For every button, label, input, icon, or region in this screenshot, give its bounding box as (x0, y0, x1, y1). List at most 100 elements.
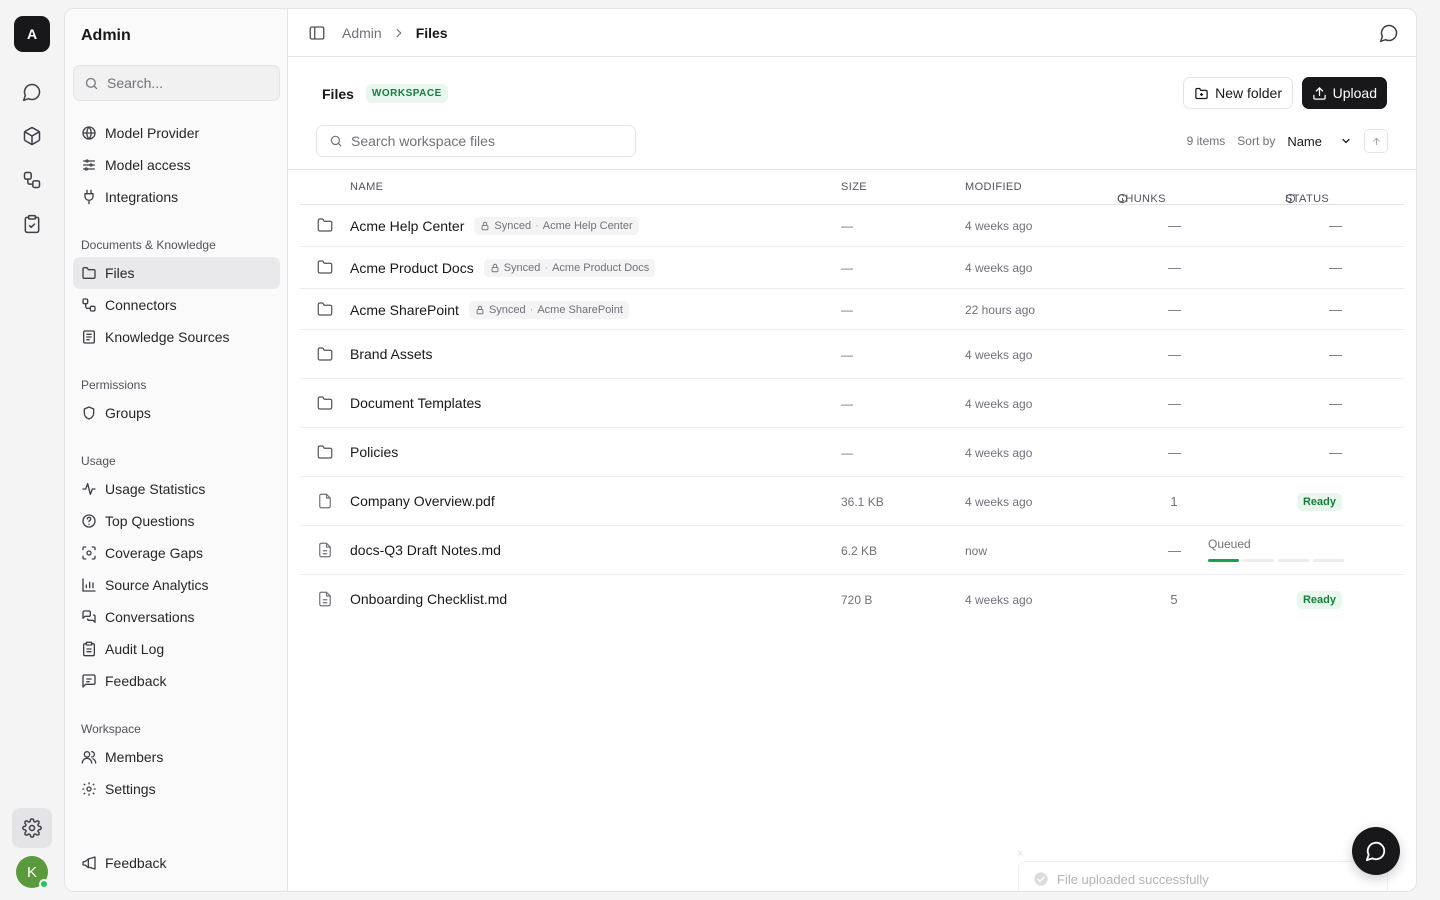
folder-icon (316, 300, 334, 318)
new-folder-button[interactable]: New folder (1183, 77, 1293, 109)
cube-icon[interactable] (12, 116, 52, 156)
sidebar-item-groups[interactable]: Groups (73, 397, 280, 429)
plug-icon (81, 189, 97, 205)
page-title: Files (322, 85, 354, 102)
sidebar-item-usage-statistics[interactable]: Usage Statistics (73, 473, 280, 505)
sidebar-item-feedback[interactable]: Feedback (73, 665, 280, 697)
sidebar-item-model-provider[interactable]: Model Provider (73, 117, 280, 149)
toast-message: File uploaded successfully (1057, 871, 1209, 887)
settings-gear-icon[interactable] (12, 808, 52, 848)
row-status: Ready (1296, 493, 1342, 511)
row-name: Document Templates (350, 395, 481, 411)
table-row[interactable]: Brand Assets — 4 weeks ago — — (300, 330, 1404, 379)
synced-source: Acme SharePoint (537, 304, 623, 316)
upload-label: Upload (1332, 85, 1377, 101)
sidebar-item-label: Groups (105, 405, 151, 421)
sidebar-item-conversations[interactable]: Conversations (73, 601, 280, 633)
row-status: — (1329, 302, 1342, 317)
row-modified: now (965, 544, 988, 558)
table-row[interactable]: Policies — 4 weeks ago — — (300, 428, 1404, 477)
row-size: 36.1 KB (841, 495, 884, 509)
table-row[interactable]: Acme Help Center Synced · Acme Help Center … (300, 205, 1404, 247)
row-status: — (1329, 347, 1342, 362)
lock-icon (480, 221, 490, 231)
sidebar-feedback-button[interactable]: Feedback (73, 847, 280, 879)
workspace-logo[interactable]: A (14, 16, 50, 52)
synced-badge: Synced · Acme Help Center (474, 217, 639, 235)
col-name[interactable]: NAME (350, 181, 383, 193)
progress-segment (1278, 559, 1309, 562)
sort-select[interactable]: Name (1287, 134, 1352, 149)
arrow-up-icon (1371, 136, 1382, 147)
toast-close-button[interactable]: × (1017, 848, 1023, 860)
sidebar-item-knowledge-sources[interactable]: Knowledge Sources (73, 321, 280, 353)
sidebar-item-label: Integrations (105, 189, 179, 205)
sidebar-section-title: Documents & Knowledge (81, 238, 216, 252)
table-row[interactable]: Company Overview.pdf 36.1 KB 4 weeks ago… (300, 477, 1404, 526)
sidebar-item-members[interactable]: Members (73, 741, 280, 773)
sidebar-item-model-access[interactable]: Model access (73, 149, 280, 181)
sidebar-item-label: Source Analytics (105, 577, 209, 593)
table-row[interactable]: Document Templates — 4 weeks ago — — (300, 379, 1404, 428)
col-modified[interactable]: MODIFIED (965, 181, 1022, 193)
row-name: Policies (350, 444, 398, 460)
row-name: Company Overview.pdf (350, 493, 495, 509)
chat-launcher-button[interactable] (1352, 827, 1400, 875)
info-icon[interactable] (1117, 193, 1128, 204)
sidebar-item-files[interactable]: Files (73, 257, 280, 289)
file-name: Acme Help Center (350, 218, 465, 234)
table-row[interactable]: Onboarding Checklist.md 720 B 4 weeks ag… (300, 575, 1404, 624)
breadcrumb-admin[interactable]: Admin (342, 25, 382, 41)
sidebar-item-settings[interactable]: Settings (73, 773, 280, 805)
sidebar-item-label: Feedback (105, 673, 167, 689)
sidebar-item-audit-log[interactable]: Audit Log (73, 633, 280, 665)
row-modified: 4 weeks ago (965, 219, 1033, 233)
sidebar-toggle-icon[interactable] (308, 24, 326, 42)
sidebar-item-coverage-gaps[interactable]: Coverage Gaps (73, 537, 280, 569)
row-name: Acme Help Center Synced · Acme Help Center (350, 217, 639, 235)
progress-segment (1313, 559, 1344, 562)
sidebar-item-integrations[interactable]: Integrations (73, 181, 280, 213)
sidebar-item-connectors[interactable]: Connectors (73, 289, 280, 321)
search-icon (84, 76, 99, 91)
info-icon[interactable] (1285, 193, 1296, 204)
chat-bubble-icon[interactable] (1379, 23, 1399, 43)
table-row[interactable]: Acme Product Docs Synced · Acme Product Doc… (300, 247, 1404, 289)
synced-source: Acme Product Docs (552, 262, 650, 274)
table-row[interactable]: docs-Q3 Draft Notes.md 6.2 KB now — Queu… (300, 526, 1404, 575)
new-folder-label: New folder (1215, 85, 1282, 101)
users-icon (81, 749, 97, 765)
ready-badge: Ready (1296, 493, 1342, 511)
files-search[interactable] (316, 125, 636, 157)
workspace-badge: WORKSPACE (365, 84, 448, 103)
chevron-down-icon (1340, 135, 1352, 147)
list-tools: 9 items Sort by Name (1187, 129, 1388, 153)
sort-direction-button[interactable] (1364, 129, 1388, 153)
col-size[interactable]: SIZE (841, 181, 867, 193)
table-row[interactable]: Acme SharePoint Synced · Acme SharePoint — … (300, 289, 1404, 330)
sidebar-item-top-questions[interactable]: Top Questions (73, 505, 280, 537)
upload-button[interactable]: Upload (1301, 77, 1387, 109)
progress-segment (1208, 559, 1239, 562)
breadcrumb-current: Files (415, 24, 448, 41)
sidebar-section-title: Permissions (81, 378, 147, 392)
files-search-input[interactable] (351, 133, 621, 149)
ready-badge: Ready (1296, 591, 1342, 609)
workflow-icon[interactable] (12, 160, 52, 200)
folder-icon (316, 443, 334, 461)
items-count: 9 items (1186, 134, 1226, 148)
separator-dot: · (544, 262, 549, 274)
sidebar-search[interactable] (73, 65, 280, 101)
sidebar-item-label: Conversations (105, 609, 195, 625)
sidebar-search-input[interactable] (107, 75, 267, 91)
user-avatar[interactable]: K (16, 856, 49, 889)
file-icon (316, 492, 334, 510)
sidebar-item-label: Coverage Gaps (105, 545, 204, 561)
sidebar-item-source-analytics[interactable]: Source Analytics (73, 569, 280, 601)
chat-icon[interactable] (12, 72, 52, 112)
sidebar-item-label: Feedback (105, 855, 167, 871)
synced-label: Synced (503, 262, 541, 274)
row-size: — (841, 397, 853, 411)
clipboard-icon[interactable] (12, 204, 52, 244)
row-chunks: — (1168, 260, 1181, 275)
